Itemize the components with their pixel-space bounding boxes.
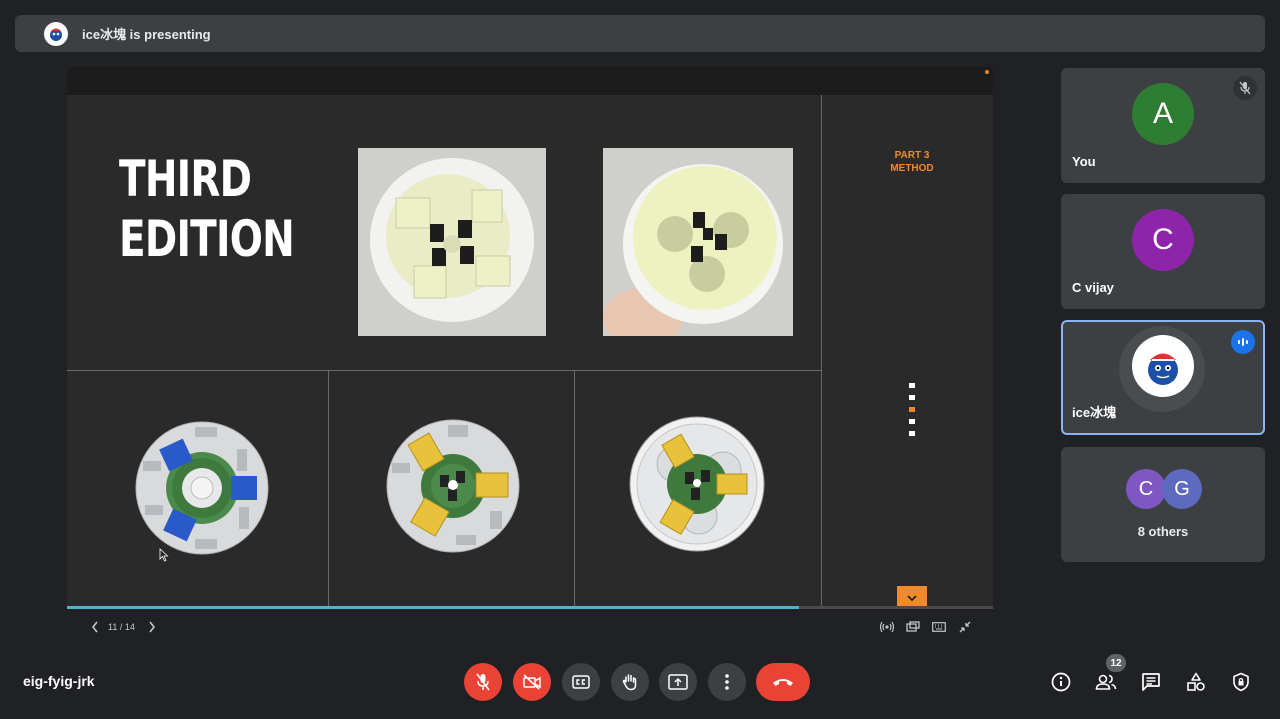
slide-divider bbox=[574, 370, 575, 609]
chevron-right-icon bbox=[149, 621, 155, 633]
section-part: PART 3 bbox=[894, 150, 930, 161]
phone-hangup-icon bbox=[773, 679, 793, 686]
avatar-initial: C bbox=[1138, 477, 1154, 500]
participant-name: ice冰塊 bbox=[1072, 405, 1117, 420]
participant-count-badge: 12 bbox=[1106, 654, 1126, 672]
slide-title: THIRD EDITION bbox=[119, 149, 295, 269]
more-options-button[interactable] bbox=[708, 663, 746, 701]
cad-diagram-yellow-blocks bbox=[386, 419, 520, 558]
camera-off-icon bbox=[523, 674, 541, 690]
slide-title-line: THIRD bbox=[119, 150, 252, 208]
avatar: G bbox=[1162, 469, 1202, 509]
prototype-photo-top-view bbox=[358, 148, 546, 336]
slide-section-nav bbox=[909, 383, 915, 443]
section-nav-dot-active[interactable] bbox=[909, 407, 915, 412]
collapse-icon bbox=[959, 621, 971, 633]
slide-divider bbox=[328, 370, 329, 609]
presenting-banner: ice冰塊 is presenting bbox=[15, 15, 1265, 52]
avatar: C bbox=[1126, 469, 1166, 509]
slide-progress-fill bbox=[67, 606, 799, 609]
cad-diagram-assembled bbox=[629, 416, 765, 557]
broadcast-icon bbox=[880, 621, 894, 633]
chat-button[interactable] bbox=[1136, 667, 1166, 697]
participant-tile-others[interactable]: C G 8 others bbox=[1061, 447, 1265, 562]
muted-badge bbox=[1233, 76, 1257, 100]
avatar-initial: C bbox=[1152, 223, 1174, 256]
people-icon bbox=[1095, 674, 1117, 690]
activities-button[interactable] bbox=[1181, 667, 1211, 697]
hand-icon bbox=[622, 674, 637, 691]
participant-name: You bbox=[1072, 154, 1096, 169]
avatar-initial: G bbox=[1174, 477, 1190, 500]
host-controls-button[interactable] bbox=[1226, 667, 1256, 697]
slide-progress-bar bbox=[67, 606, 993, 609]
section-nav-dot[interactable] bbox=[909, 395, 915, 400]
closed-captions-icon bbox=[572, 675, 590, 689]
popout-icon bbox=[906, 621, 920, 632]
leave-call-button[interactable] bbox=[756, 663, 810, 701]
mic-off-icon bbox=[476, 673, 490, 691]
slide-page-indicator: 11 / 14 bbox=[108, 622, 135, 632]
slide-top-bar bbox=[67, 67, 993, 95]
more-vertical-icon bbox=[725, 674, 729, 690]
meeting-details-button[interactable] bbox=[1046, 667, 1076, 697]
audio-level-icon bbox=[1238, 338, 1248, 346]
slide-divider bbox=[67, 370, 821, 371]
slide-indicator-dot bbox=[985, 70, 989, 74]
avatar: A bbox=[1132, 83, 1194, 145]
info-icon bbox=[1051, 672, 1071, 692]
participant-name: C vijay bbox=[1072, 280, 1114, 295]
section-nav-dot[interactable] bbox=[909, 383, 915, 388]
section-nav-dot[interactable] bbox=[909, 419, 915, 424]
previous-slide-button[interactable] bbox=[86, 618, 104, 636]
mouse-cursor-icon bbox=[159, 548, 169, 567]
microphone-toggle-button[interactable] bbox=[464, 663, 502, 701]
prototype-photo-held bbox=[603, 148, 793, 336]
avatar: C bbox=[1132, 209, 1194, 271]
section-label: PART 3 METHOD bbox=[857, 149, 967, 175]
slide-divider bbox=[821, 95, 822, 609]
participant-tile-you[interactable]: A You bbox=[1061, 68, 1265, 183]
speaking-badge bbox=[1231, 330, 1255, 354]
slide-tools bbox=[878, 618, 974, 636]
keyboard-button[interactable] bbox=[930, 618, 948, 636]
participant-tile-c-vijay[interactable]: C C vijay bbox=[1061, 194, 1265, 309]
present-now-button[interactable] bbox=[659, 663, 697, 701]
slide-title-line: EDITION bbox=[119, 210, 295, 268]
presenting-text: ice冰塊 is presenting bbox=[82, 27, 211, 42]
present-screen-icon bbox=[668, 674, 688, 690]
keyboard-icon bbox=[932, 622, 946, 632]
chevron-down-icon bbox=[907, 594, 917, 601]
camera-toggle-button[interactable] bbox=[513, 663, 551, 701]
cad-diagram-blue-blocks bbox=[135, 421, 269, 560]
slide-pager: 11 / 14 bbox=[86, 618, 161, 636]
raise-hand-button[interactable] bbox=[611, 663, 649, 701]
captions-button[interactable] bbox=[562, 663, 600, 701]
broadcast-button[interactable] bbox=[878, 618, 896, 636]
presenter-avatar-icon bbox=[44, 21, 68, 46]
avatar-initial: A bbox=[1152, 97, 1173, 130]
chevron-left-icon bbox=[91, 621, 98, 633]
participant-tile-presenter[interactable]: ice冰塊 bbox=[1061, 320, 1265, 435]
mic-off-icon bbox=[1239, 81, 1251, 95]
exit-fullscreen-button[interactable] bbox=[956, 618, 974, 636]
character-avatar-icon bbox=[1148, 353, 1178, 385]
avatar bbox=[1132, 335, 1194, 397]
shield-lock-icon bbox=[1233, 672, 1249, 692]
section-nav-dot[interactable] bbox=[909, 431, 915, 436]
meeting-code: eig-fyig-jrk bbox=[23, 673, 95, 689]
popout-button[interactable] bbox=[904, 618, 922, 636]
activities-icon bbox=[1187, 672, 1205, 691]
section-name: METHOD bbox=[890, 163, 934, 174]
chat-icon bbox=[1142, 673, 1160, 691]
presentation-slide[interactable]: THIRD EDITION PART 3 METHOD bbox=[67, 67, 993, 609]
next-slide-button[interactable] bbox=[143, 618, 161, 636]
others-count-label: 8 others bbox=[1137, 524, 1189, 539]
